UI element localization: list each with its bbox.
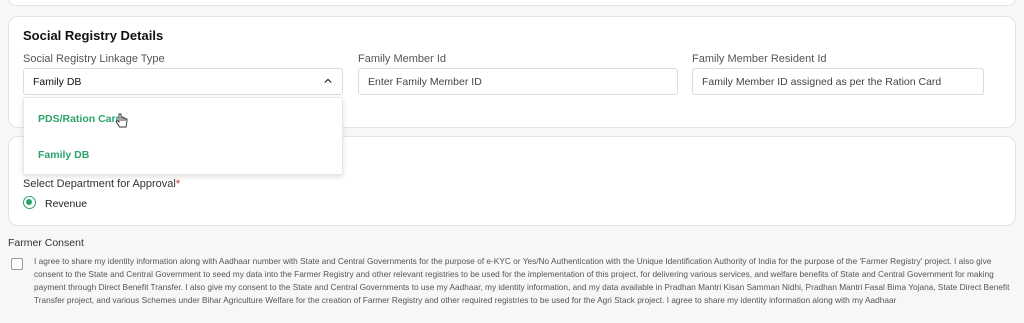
required-mark: * — [175, 178, 181, 190]
previous-section-card — [8, 0, 1016, 6]
revenue-radio[interactable] — [23, 196, 36, 209]
dropdown-option-family-db[interactable]: Family DB — [38, 149, 89, 161]
hand-cursor-icon — [115, 113, 128, 128]
revenue-radio-label: Revenue — [45, 198, 88, 210]
chevron-up-icon[interactable] — [324, 77, 332, 85]
consent-text: I agree to share my identity information… — [34, 256, 1010, 305]
linkage-type-label: Social Registry Linkage Type — [23, 53, 165, 65]
family-member-id-input[interactable]: Enter Family Member ID — [358, 68, 678, 95]
family-member-resident-id-input[interactable]: Family Member ID assigned as per the Rat… — [692, 68, 984, 95]
section-title: Social Registry Details — [23, 28, 164, 43]
dropdown-option-pds-ration-card[interactable]: PDS/Ration Card — [38, 113, 122, 125]
family-member-id-placeholder: Enter Family Member ID — [368, 76, 482, 88]
farmer-consent-title: Farmer Consent — [8, 237, 84, 249]
department-label: Select Department for Approval* — [23, 178, 181, 190]
family-member-id-label: Family Member Id — [358, 53, 447, 65]
linkage-type-value: Family DB — [33, 76, 82, 88]
linkage-type-dropdown-menu: PDS/Ration Card Family DB — [23, 97, 343, 175]
linkage-type-select[interactable]: Family DB — [23, 68, 343, 95]
family-member-resident-id-placeholder: Family Member ID assigned as per the Rat… — [702, 76, 942, 88]
family-member-resident-id-label: Family Member Resident Id — [692, 53, 827, 65]
consent-checkbox[interactable] — [11, 258, 23, 270]
